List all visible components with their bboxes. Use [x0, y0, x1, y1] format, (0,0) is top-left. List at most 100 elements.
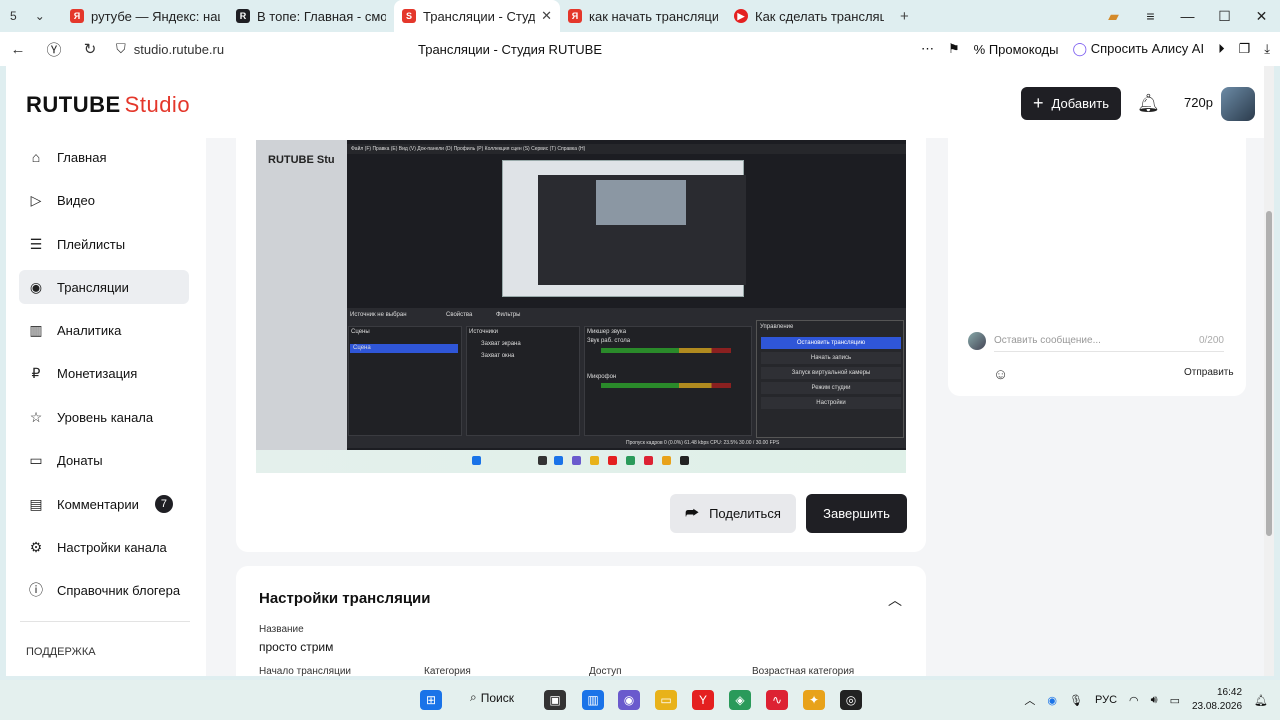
minimize-icon[interactable]: —: [1169, 8, 1206, 24]
language-indicator[interactable]: РУС: [1095, 694, 1117, 706]
address-bar-actions: ⋯ ⚑ % Промокоды ◯ Спросить Алису AI ⏵ ❐ …: [921, 32, 1270, 66]
access-label: Доступ: [589, 666, 622, 676]
yandex-home-icon[interactable]: Ⓨ: [36, 39, 72, 60]
quality-label[interactable]: 720p: [1184, 95, 1213, 110]
scrollbar-thumb[interactable]: [1266, 211, 1272, 536]
maximize-icon[interactable]: ☐: [1206, 8, 1243, 25]
sidebar-divider: [20, 621, 190, 622]
app-icon: [662, 456, 671, 465]
folder-icon[interactable]: ▭: [655, 690, 677, 710]
obs-scenes-label: Сцены: [351, 329, 370, 335]
sidebar-item-comments[interactable]: ▤ Комментарии 7: [19, 487, 189, 521]
sidebar-item-donations[interactable]: ▭ Донаты: [19, 443, 189, 477]
obs-scene-item: Сцена: [350, 344, 458, 353]
chat-user-avatar: [968, 332, 986, 350]
windows-start-icon[interactable]: ⊞: [420, 690, 442, 710]
sidebar-item-home[interactable]: ⌂ Главная: [19, 140, 189, 174]
add-button[interactable]: + Добавить: [1021, 87, 1121, 120]
more-icon[interactable]: ⋯: [921, 41, 934, 57]
chevron-up-icon[interactable]: ︿: [1024, 692, 1035, 708]
emoji-icon[interactable]: ☺: [993, 366, 1008, 383]
volume-icon[interactable]: 🔊︎: [1151, 694, 1158, 707]
url-field[interactable]: ⛉ studio.rutube.ru: [116, 41, 376, 57]
chat-app-icon[interactable]: ◉: [618, 690, 640, 710]
obs-controls-panel: Управление Остановить трансляцию Начать …: [756, 320, 904, 438]
obs-scenes-panel: [348, 326, 462, 436]
yandex-browser-icon[interactable]: Y: [692, 690, 714, 710]
page-title-bar: Трансляции - Студия RUTUBE: [418, 42, 602, 57]
send-button[interactable]: Отправить: [1184, 367, 1234, 378]
rutube-studio-logo[interactable]: RUTUBE Studio: [26, 92, 190, 118]
name-field-value[interactable]: просто стрим: [259, 640, 333, 654]
app-icon[interactable]: ✦: [803, 690, 825, 710]
support-heading[interactable]: ПОДДЕРЖКА: [26, 646, 96, 658]
share-button[interactable]: ⮫ Поделиться: [670, 494, 796, 533]
sidebar-item-playlists[interactable]: ☰ Плейлисты: [19, 227, 189, 261]
sidebar-item-video[interactable]: ▷ Видео: [19, 183, 189, 217]
clock[interactable]: 16:42 23.08.2026: [1192, 686, 1242, 714]
stream-video-preview[interactable]: RUTUBE Stu Файл (F) Правка (E) Вид (V) Д…: [256, 140, 906, 473]
extension-icon[interactable]: ▰: [1095, 8, 1132, 25]
app-icon[interactable]: ◈: [729, 690, 751, 710]
sidebar-item-streams[interactable]: ◉ Трансляции: [19, 270, 189, 304]
task-view-icon[interactable]: ▣: [544, 690, 566, 710]
finish-stream-button[interactable]: Завершить: [806, 494, 907, 533]
browser-tab-active[interactable]: S Трансляции - Студия R ✕: [394, 0, 560, 32]
obs-source-item: Захват экрана: [481, 341, 521, 347]
system-tray: ︿ ◉ 🎙︎ РУС ◠ 🔊︎ ▭ 16:42 23.08.2026 🔔︎: [1024, 686, 1268, 714]
network-icon[interactable]: ◉: [1047, 694, 1057, 707]
sidebar-item-label: Комментарии: [57, 496, 139, 512]
chevron-down-icon[interactable]: ⌄: [35, 9, 45, 23]
browser-tab[interactable]: Я рутубе — Яндекс: нашлось: [62, 0, 228, 32]
stream-preview-card: RUTUBE Stu Файл (F) Правка (E) Вид (V) Д…: [236, 138, 926, 552]
sidebar-item-monetization[interactable]: ₽ Монетизация: [19, 356, 189, 390]
obs-virtual-camera-button: Запуск виртуальной камеры: [761, 367, 901, 379]
promo-button[interactable]: % Промокоды: [974, 42, 1059, 57]
sidebar-item-blogger-guide[interactable]: ⓘ Справочник блогера: [19, 573, 189, 607]
comment-icon: ▤: [29, 495, 43, 512]
taskbar-search[interactable]: ⌕ Поиск: [470, 690, 514, 705]
mic-icon[interactable]: 🎙︎: [1069, 694, 1083, 707]
collections-icon[interactable]: ❐: [1239, 41, 1251, 57]
bookmark-icon[interactable]: ⚑: [948, 41, 960, 57]
sidebar-item-label: Монетизация: [57, 365, 138, 381]
wifi-icon[interactable]: ◠: [1129, 694, 1139, 707]
obs-filters-label: Фильтры: [496, 312, 521, 318]
close-window-icon[interactable]: ✕: [1243, 8, 1280, 25]
obs-icon[interactable]: ◎: [840, 690, 862, 710]
battery-icon[interactable]: ▭: [1170, 694, 1180, 707]
close-tab-icon[interactable]: ✕: [541, 8, 552, 24]
menu-icon[interactable]: ≡: [1132, 8, 1169, 24]
tab-title: В топе: Главная - смотре: [257, 8, 386, 24]
chat-message-input[interactable]: Оставить сообщение... 0/200: [994, 330, 1224, 352]
avatar[interactable]: [1221, 87, 1255, 121]
sidebar: ⌂ Главная ▷ Видео ☰ Плейлисты ◉ Трансляции ▥…: [6, 138, 206, 676]
age-category-label: Возрастная категория: [752, 666, 855, 676]
sidebar-item-channel-settings[interactable]: ⚙ Настройки канала: [19, 530, 189, 564]
url-text: studio.rutube.ru: [133, 41, 225, 57]
notification-icon[interactable]: 🔔︎: [1254, 694, 1268, 707]
chevron-up-icon[interactable]: ︿: [888, 590, 902, 610]
widgets-icon[interactable]: ▥: [582, 690, 604, 710]
star-icon: ☆: [29, 408, 43, 425]
new-tab-icon[interactable]: +: [900, 8, 909, 25]
windows-taskbar: ⊞ ⌕ Поиск ▣ ▥ ◉ ▭ Y ◈ ∿ ✦ ◎ ︿ ◉ 🎙︎ РУС ◠…: [0, 680, 1280, 720]
page-scrollbar[interactable]: [1264, 66, 1274, 676]
sidebar-item-channel-level[interactable]: ☆ Уровень канала: [19, 400, 189, 434]
alice-button[interactable]: ◯ Спросить Алису AI: [1073, 41, 1205, 57]
app-icon[interactable]: ∿: [766, 690, 788, 710]
obs-mixer-channel: Микрофон: [587, 374, 617, 380]
tab-counter[interactable]: 5: [10, 9, 17, 23]
download-icon[interactable]: ⤓: [1264, 41, 1270, 57]
browser-tab[interactable]: R В топе: Главная - смотре: [228, 0, 394, 32]
obs-audio-meter: [601, 348, 731, 353]
browser-tab[interactable]: Я как начать трансляцию на: [560, 0, 726, 32]
reload-icon[interactable]: ↻: [72, 40, 108, 58]
play-icon[interactable]: ⏵: [1218, 41, 1225, 57]
folder-icon: [590, 456, 599, 465]
obs-studio-mode-button: Режим студии: [761, 382, 901, 394]
browser-tab[interactable]: ▶ Как сделать трансляцию: [726, 0, 892, 32]
sidebar-item-analytics[interactable]: ▥ Аналитика: [19, 313, 189, 347]
bell-icon[interactable]: 🔔︎: [1137, 93, 1160, 114]
back-icon[interactable]: ←: [0, 41, 36, 58]
